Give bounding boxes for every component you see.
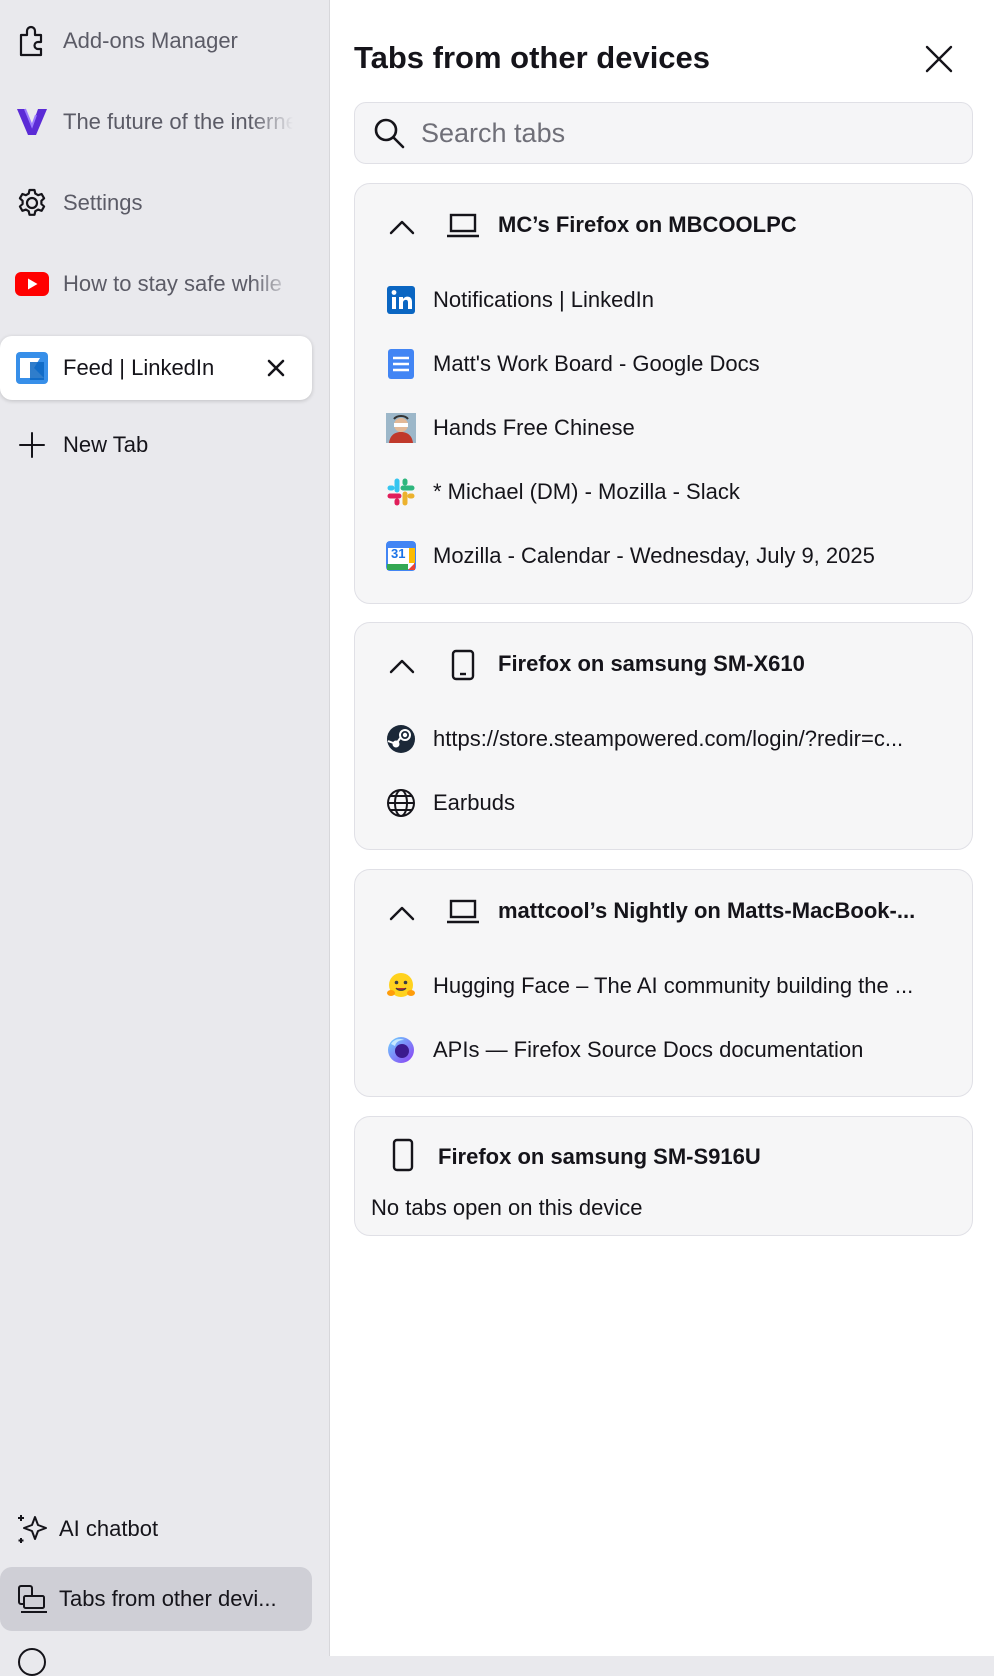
avatar-favicon [385, 412, 417, 444]
calendar-day-number: 31 [391, 546, 406, 561]
tab-feed-linkedin[interactable]: Feed | LinkedIn [0, 336, 312, 400]
device-header: Firefox on samsung SM-S916U [355, 1117, 972, 1187]
device-header[interactable]: mattcool’s Nightly on Matts-MacBook-... [355, 870, 972, 954]
steam-icon [385, 723, 417, 755]
tab-title: APIs — Firefox Source Docs documentation [433, 1037, 864, 1062]
close-tab-icon[interactable] [262, 354, 290, 382]
youtube-icon [15, 267, 49, 301]
synced-tab-row[interactable]: Notifications | LinkedIn [385, 275, 955, 325]
synced-tabs-sidebar: Tabs from other devices MC’s Firefox on … [329, 0, 994, 1656]
vertical-tab-strip: Add-ons Manager The future of the intern… [0, 0, 329, 1676]
tab-title: Hugging Face – The AI community building… [433, 973, 914, 998]
slack-icon [385, 476, 417, 508]
tab-title: Mozilla - Calendar - Wednesday, July 9, … [433, 543, 875, 568]
panel-title: Tabs from other devices [354, 40, 711, 75]
sparkle-icon [15, 1512, 49, 1546]
tab-title: Hands Free Chinese [433, 415, 635, 440]
tab-title: * Michael (DM) - Mozilla - Slack [433, 479, 740, 504]
tab-youtube-stay-safe[interactable]: How to stay safe while [0, 252, 312, 316]
tab-label: Add-ons Manager [63, 28, 238, 53]
tab-title: https://store.steampowered.com/login/?re… [433, 726, 904, 751]
plus-icon [15, 428, 49, 462]
synced-tabs-label: Tabs from other devi... [59, 1586, 277, 1611]
v-logo-icon [15, 105, 49, 139]
tab-label: The future of the internet [63, 109, 293, 134]
google-docs-icon [385, 348, 417, 380]
device-card-sm-x610: Firefox on samsung SM-X610 https://store… [354, 622, 973, 850]
close-sidebar-icon[interactable] [922, 42, 956, 76]
partial-bottom-icon [18, 1648, 46, 1676]
synced-tab-row[interactable]: Hugging Face – The AI community building… [385, 961, 955, 1011]
device-name: MC’s Firefox on MBCOOLPC [498, 212, 797, 237]
ai-chatbot-label: AI chatbot [59, 1516, 159, 1541]
tab-label: Settings [63, 190, 143, 215]
linkedin-icon [385, 284, 417, 316]
laptop-icon [445, 897, 481, 927]
synced-tab-row[interactable]: Hands Free Chinese [385, 403, 955, 453]
ai-chatbot-button[interactable]: AI chatbot [0, 1497, 312, 1561]
synced-devices-icon [15, 1582, 49, 1616]
synced-tab-row[interactable]: Earbuds [385, 778, 955, 828]
tab-label: How to stay safe while [63, 271, 282, 296]
puzzle-icon [15, 24, 49, 58]
device-header[interactable]: Firefox on samsung SM-X610 [355, 623, 972, 707]
tab-title: Earbuds [433, 790, 515, 815]
device-name: mattcool’s Nightly on Matts-MacBook-... [498, 898, 916, 923]
new-tab-label: New Tab [63, 432, 149, 457]
synced-tab-row[interactable]: APIs — Firefox Source Docs documentation [385, 1025, 955, 1075]
device-name: Firefox on samsung SM-S916U [438, 1144, 761, 1169]
device-card-sm-s916u: Firefox on samsung SM-S916U No tabs open… [354, 1116, 973, 1236]
chevron-up-icon[interactable] [389, 653, 415, 679]
device-header[interactable]: MC’s Firefox on MBCOOLPC [355, 184, 972, 268]
tab-label: Feed | LinkedIn [63, 355, 215, 380]
tablet-icon [445, 649, 481, 681]
synced-tab-row[interactable]: Matt's Work Board - Google Docs [385, 339, 955, 389]
phone-icon [385, 1138, 421, 1172]
search-box[interactable] [354, 102, 973, 164]
chevron-up-icon[interactable] [389, 900, 415, 926]
synced-tabs-button[interactable]: Tabs from other devi... [0, 1567, 312, 1631]
device-name: Firefox on samsung SM-X610 [498, 651, 805, 676]
hugging-face-icon [385, 970, 417, 1002]
chevron-up-icon[interactable] [389, 214, 415, 240]
search-input[interactable] [419, 116, 943, 150]
tab-addons-manager[interactable]: Add-ons Manager [0, 9, 312, 73]
tab-title: Matt's Work Board - Google Docs [433, 351, 760, 376]
tab-future-of-internet[interactable]: The future of the internet [0, 90, 312, 154]
device-card-matts-macbook: mattcool’s Nightly on Matts-MacBook-... … [354, 869, 973, 1097]
synced-tab-row[interactable]: https://store.steampowered.com/login/?re… [385, 714, 955, 764]
laptop-icon [445, 211, 481, 241]
linkedin-feed-icon [15, 351, 49, 385]
google-calendar-icon: 31 [385, 540, 417, 572]
search-icon [373, 117, 405, 149]
globe-icon [385, 787, 417, 819]
firefox-nightly-icon [385, 1034, 417, 1066]
empty-device-message: No tabs open on this device [371, 1195, 643, 1220]
synced-tab-row[interactable]: * Michael (DM) - Mozilla - Slack [385, 467, 955, 517]
gear-icon [15, 186, 49, 220]
tab-settings[interactable]: Settings [0, 171, 312, 235]
device-card-mbcoolpc: MC’s Firefox on MBCOOLPC Notifications |… [354, 183, 973, 604]
synced-tab-row[interactable]: 31 Mozilla - Calendar - Wednesday, July … [385, 531, 955, 581]
new-tab-button[interactable]: New Tab [0, 413, 312, 477]
tab-title: Notifications | LinkedIn [433, 287, 654, 312]
